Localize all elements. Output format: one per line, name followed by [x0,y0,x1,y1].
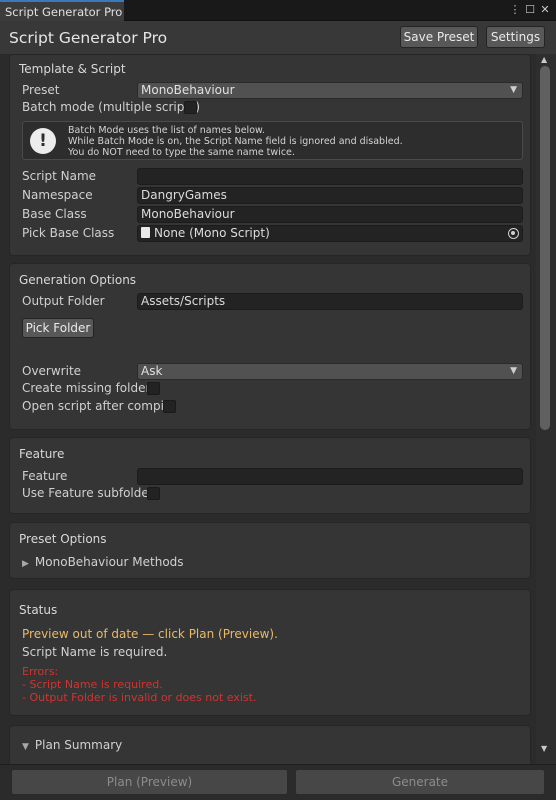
plan-summary-panel: ▼ Plan Summary [9,725,531,764]
feature-label: Feature [22,469,68,483]
batch-mode-label: Batch mode (multiple scripts) [22,100,201,114]
close-icon[interactable]: ✕ [538,3,552,17]
foldout-arrow-icon: ▶ [22,559,29,569]
error-item: - Output Folder is invalid or does not e… [22,691,257,704]
preset-options-panel: Preset Options ▶ MonoBehaviour Methods [9,522,531,579]
panel-title: Generation Options [19,273,137,287]
overwrite-dropdown[interactable]: Ask ▼ [137,363,523,380]
open-script-label: Open script after compile [22,399,175,413]
output-folder-input[interactable]: Assets/Scripts [137,293,523,310]
plan-summary-foldout[interactable]: ▼ Plan Summary [22,738,122,752]
panel-title: Status [19,603,58,617]
window-header: Script Generator Pro Save Preset Setting… [0,21,556,54]
scroll-up-icon[interactable]: ▲ [541,55,547,64]
batch-mode-help-box: ! Batch Mode uses the list of names belo… [22,121,523,160]
script-name-label: Script Name [22,169,97,183]
preset-label: Preset [22,83,60,97]
plan-preview-button[interactable]: Plan (Preview) [11,769,288,795]
overwrite-label: Overwrite [22,364,82,378]
help-text-line: Batch Mode uses the list of names below. [68,125,265,136]
status-message-text: Script Name is required. [22,645,168,659]
template-script-panel: Template & Script Preset MonoBehaviour ▼… [9,54,531,256]
base-class-input[interactable]: MonoBehaviour [137,206,523,223]
feature-input[interactable] [137,468,523,485]
pick-base-class-label: Pick Base Class [22,226,115,240]
more-menu-icon[interactable]: ⋮ [508,3,522,17]
pick-base-class-value: None (Mono Script) [154,226,270,240]
create-missing-folders-checkbox[interactable] [147,382,160,395]
page-title: Script Generator Pro [9,29,168,47]
foldout-label: Plan Summary [34,738,123,752]
feature-panel: Feature Feature Use Feature subfolder [9,437,531,514]
chevron-down-icon: ▼ [510,85,517,95]
open-script-checkbox[interactable] [163,400,176,413]
foldout-label: MonoBehaviour Methods [34,555,184,569]
maximize-icon[interactable]: ☐ [523,3,537,17]
overwrite-value: Ask [141,364,163,378]
help-text-line: You do NOT need to type the same name tw… [68,147,295,158]
window-tab-bar: Script Generator Pro ⋮ ☐ ✕ [0,0,556,21]
footer-bar: Plan (Preview) Generate [0,764,556,800]
panel-title: Preset Options [19,532,107,546]
base-class-label: Base Class [22,207,87,221]
vertical-scrollbar[interactable]: ▲ ▼ [536,54,556,764]
generation-options-panel: Generation Options Output Folder Assets/… [9,263,531,430]
chevron-down-icon: ▼ [510,366,517,376]
batch-mode-checkbox[interactable] [184,101,197,114]
preset-dropdown[interactable]: MonoBehaviour ▼ [137,82,523,99]
output-folder-label: Output Folder [22,294,105,308]
content-scroll-area[interactable]: Template & Script Preset MonoBehaviour ▼… [0,54,536,764]
help-text-line: While Batch Mode is on, the Script Name … [68,136,403,147]
panel-title: Feature [19,447,65,461]
settings-button[interactable]: Settings [486,26,545,48]
object-picker-icon[interactable] [508,228,519,239]
pick-folder-button[interactable]: Pick Folder [22,318,94,338]
namespace-input[interactable]: DangryGames [137,187,523,204]
error-item: - Script Name is required. [22,678,163,691]
status-panel: Status Preview out of date — click Plan … [9,589,531,716]
generate-button[interactable]: Generate [295,769,545,795]
save-preset-button[interactable]: Save Preset [400,26,478,48]
namespace-label: Namespace [22,188,93,202]
scrollbar-thumb[interactable] [540,66,550,430]
use-feature-subfolder-checkbox[interactable] [147,487,160,500]
create-missing-folders-label: Create missing folders [22,381,157,395]
status-warning-text: Preview out of date — click Plan (Previe… [22,627,278,641]
pick-base-class-object-field[interactable]: None (Mono Script) [137,225,523,242]
monobehaviour-methods-foldout[interactable]: ▶ MonoBehaviour Methods [22,555,184,569]
use-feature-subfolder-label: Use Feature subfolder [22,486,154,500]
foldout-arrow-icon: ▼ [22,742,29,752]
script-file-icon [141,227,150,238]
preset-value: MonoBehaviour [141,83,235,97]
script-name-input[interactable] [137,168,523,185]
errors-header: Errors: [22,665,59,678]
info-warning-icon: ! [30,128,56,154]
scroll-down-icon[interactable]: ▼ [541,744,547,753]
window-tab[interactable]: Script Generator Pro [0,0,124,21]
panel-title: Template & Script [19,62,126,76]
